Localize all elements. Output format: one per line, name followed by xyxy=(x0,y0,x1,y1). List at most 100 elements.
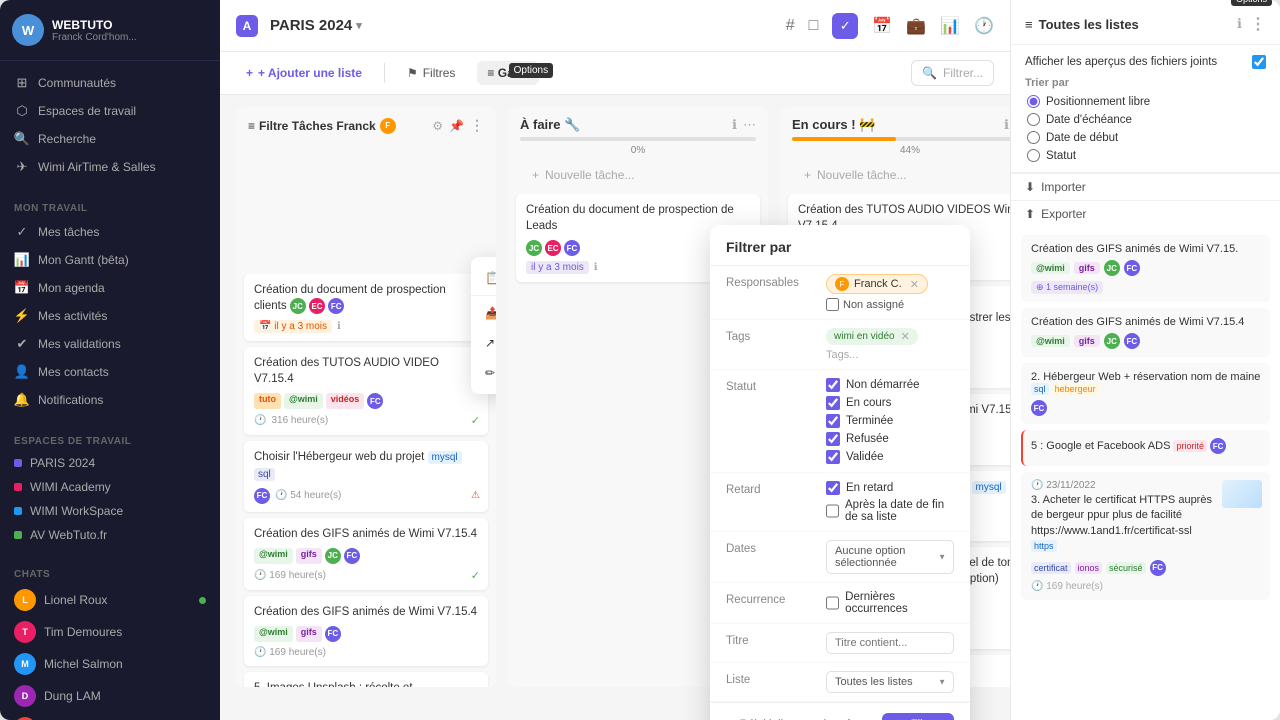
gantt-icon: ≡ xyxy=(487,66,494,80)
sort-debut[interactable]: Date de début xyxy=(1027,131,1266,144)
right-task-card[interactable]: 🕐 23/11/2022 3. Acheter le certificat HT… xyxy=(1021,472,1270,600)
toolbar-search[interactable]: 🔍 Filtrer... xyxy=(911,60,994,86)
export-icon: ⬆ xyxy=(1025,207,1035,221)
statut-row: Statut Non démarrée En cours Terminée Re… xyxy=(710,370,970,473)
more-options-icon[interactable]: ⋮ xyxy=(470,117,484,134)
sort-libre[interactable]: Positionnement libre xyxy=(1027,95,1266,108)
statut-refusee[interactable]: Refusée xyxy=(826,432,954,446)
right-task-card[interactable]: 2. Hébergeur Web + réservation nom de ma… xyxy=(1021,363,1270,424)
warning-icon: ⚠ xyxy=(471,490,480,501)
responsables-row: Responsables F Franck C. ✕ Non assigné xyxy=(710,266,970,320)
add-task-row[interactable]: + Nouvelle tâche... xyxy=(792,162,1010,188)
col3-title: En cours ! 🚧 xyxy=(792,117,875,133)
partager-item[interactable]: ↗ Partager xyxy=(471,328,496,358)
liste-select[interactable]: Toutes les listes xyxy=(826,671,954,693)
renommer-item[interactable]: ✏ Renommer xyxy=(471,358,496,388)
sidebar-item-workspaces[interactable]: ⬡ Espaces de travail xyxy=(0,97,220,125)
sidebar-item-airtime[interactable]: ✈ Wimi AirTime & Salles xyxy=(0,153,220,181)
info-icon[interactable]: ℹ xyxy=(1237,16,1242,32)
pin-icon[interactable]: 📌 xyxy=(449,119,464,133)
sidebar-item-validations[interactable]: ✔ Mes validations xyxy=(0,330,220,358)
settings-icon[interactable]: ⚙ xyxy=(432,119,443,133)
filter-button[interactable]: ⚑ Filtrer xyxy=(882,713,954,720)
statut-validee[interactable]: Validée xyxy=(826,450,954,464)
task-title: Création des GIFS animés de Wimi V7.15.4 xyxy=(1031,316,1262,328)
chevron-down-icon[interactable]: ▾ xyxy=(356,19,362,32)
sidebar-item-tasks[interactable]: ✓ Mes tâches xyxy=(0,218,220,246)
trier-par-label: Trier par xyxy=(1025,77,1266,89)
toolbar: + + Ajouter une liste ⚑ Filtres ≡ Gantt … xyxy=(220,52,1010,95)
right-task-card[interactable]: 5 : Google et Facebook ADS priorité FC xyxy=(1021,430,1270,466)
chat-item-lionel[interactable]: L Lionel Roux xyxy=(0,584,220,616)
sidebar-item-agenda[interactable]: 📅 Mon agenda xyxy=(0,274,220,302)
task-card[interactable]: Choisir l'Hébergeur web du projet mysql … xyxy=(244,441,488,511)
retard-apres-date[interactable]: Après la date de fin de sa liste xyxy=(826,499,954,523)
exporter-item[interactable]: 📤 Exporter xyxy=(471,298,496,328)
non-assigne-checkbox[interactable] xyxy=(826,298,839,311)
dates-select[interactable]: Aucune option sélectionnée xyxy=(826,540,954,574)
kanban-col-1: ≡ Filtre Tâches Franck F ⚙ 📌 ⋮ xyxy=(236,107,496,687)
liste-value: Toutes les listes xyxy=(826,671,954,693)
sort-statut[interactable]: Statut xyxy=(1027,149,1266,162)
task-card[interactable]: Création des TUTOS AUDIO VIDEO V7.15.4 t… xyxy=(244,347,488,435)
date-fin-item[interactable]: 📋 Date de fin xyxy=(471,263,496,293)
sidebar-item-communities[interactable]: ⊞ Communautés xyxy=(0,69,220,97)
chats-section: CHATS L Lionel Roux T Tim Demoures M Mic… xyxy=(0,555,220,720)
hash-icon[interactable]: # xyxy=(786,17,795,35)
chart-icon[interactable]: 📊 xyxy=(940,16,960,36)
doc-icon[interactable]: □ xyxy=(809,17,819,35)
task-card[interactable]: Création du document de prospection clie… xyxy=(244,274,488,341)
responsables-label: Responsables xyxy=(726,274,816,289)
statut-en-cours[interactable]: En cours xyxy=(826,396,954,410)
chat-item-dung[interactable]: D Dung LAM xyxy=(0,680,220,712)
more-icon[interactable]: ⋯ xyxy=(743,117,756,133)
briefcase-icon[interactable]: 💼 xyxy=(906,16,926,36)
statut-terminee[interactable]: Terminée xyxy=(826,414,954,428)
sidebar-item-wimi-academy[interactable]: WIMI Academy xyxy=(0,475,220,499)
more-options-button[interactable]: ⋮ xyxy=(1250,16,1266,33)
titre-input[interactable] xyxy=(826,632,954,654)
sidebar-item-gantt[interactable]: 📊 Mon Gantt (bêta) xyxy=(0,246,220,274)
sidebar-item-wimi-workspace[interactable]: WIMI WorkSpace xyxy=(0,499,220,523)
plus-icon: + xyxy=(246,66,253,80)
info-icon[interactable]: ℹ xyxy=(1004,117,1009,133)
show-attachments-checkbox[interactable] xyxy=(1252,55,1266,69)
right-task-card[interactable]: Création des GIFS animés de Wimi V7.15.4… xyxy=(1021,308,1270,357)
sidebar-item-search[interactable]: 🔍 Recherche xyxy=(0,125,220,153)
chat-item-tim[interactable]: T Tim Demoures xyxy=(0,616,220,648)
task-card[interactable]: Création des GIFS animés de Wimi V7.15.4… xyxy=(244,518,488,590)
sidebar-item-paris[interactable]: PARIS 2024 xyxy=(0,451,220,475)
chip-close-button[interactable]: ✕ xyxy=(910,278,919,291)
add-task-row[interactable]: + Nouvelle tâche... xyxy=(520,162,756,188)
info-icon[interactable]: ℹ xyxy=(732,117,737,133)
sidebar-item-notifications[interactable]: 🔔 Notifications xyxy=(0,386,220,414)
check-icon[interactable]: ✓ xyxy=(832,13,858,39)
task-thumbnail xyxy=(1222,480,1262,508)
avatar: FC xyxy=(564,240,580,256)
statut-non-demarree[interactable]: Non démarrée xyxy=(826,378,954,392)
retard-value: En retard Après la date de fin de sa lis… xyxy=(826,481,954,523)
importer-action[interactable]: ⬇ Importer xyxy=(1011,173,1280,200)
wimi-tag-close[interactable]: ✕ xyxy=(901,330,910,343)
filtres-button[interactable]: ⚑ Filtres xyxy=(397,61,465,85)
calendar-icon[interactable]: 📅 xyxy=(872,16,892,36)
add-list-button[interactable]: + + Ajouter une liste xyxy=(236,61,372,85)
right-task-card[interactable]: Création des GIFS animés de Wimi V7.15. … xyxy=(1021,235,1270,302)
sidebar-item-contacts[interactable]: 👤 Mes contacts xyxy=(0,358,220,386)
list-icon: ≡ xyxy=(1025,17,1033,32)
task-card[interactable]: Création des GIFS animés de Wimi V7.15.4… xyxy=(244,596,488,666)
sidebar-item-av-webtuto[interactable]: AV WebTuto.fr xyxy=(0,523,220,547)
tag: vidéos xyxy=(326,393,365,409)
chat-item-olivier[interactable]: O Olivier Scorsipa xyxy=(0,712,220,720)
agenda-label: Mon agenda xyxy=(38,281,105,295)
exporter-action[interactable]: ⬆ Exporter xyxy=(1011,200,1280,227)
sidebar-item-activities[interactable]: ⚡ Mes activités xyxy=(0,302,220,330)
clock-icon[interactable]: 🕐 xyxy=(974,16,994,36)
sort-echeance[interactable]: Date d'échéance xyxy=(1027,113,1266,126)
task-image: 🕐 23/11/2022 3. Acheter le certificat HT… xyxy=(1031,480,1216,592)
recurrence-checkbox[interactable]: Dernières occurrences xyxy=(826,591,954,615)
retard-en-retard[interactable]: En retard xyxy=(826,481,954,495)
chat-item-michel[interactable]: M Michel Salmon xyxy=(0,648,220,680)
task-card[interactable]: 5. Images Unsplash : récolte et téléchar… xyxy=(244,672,488,687)
hours-row: 🕐 169 heure(s) xyxy=(1031,581,1216,592)
